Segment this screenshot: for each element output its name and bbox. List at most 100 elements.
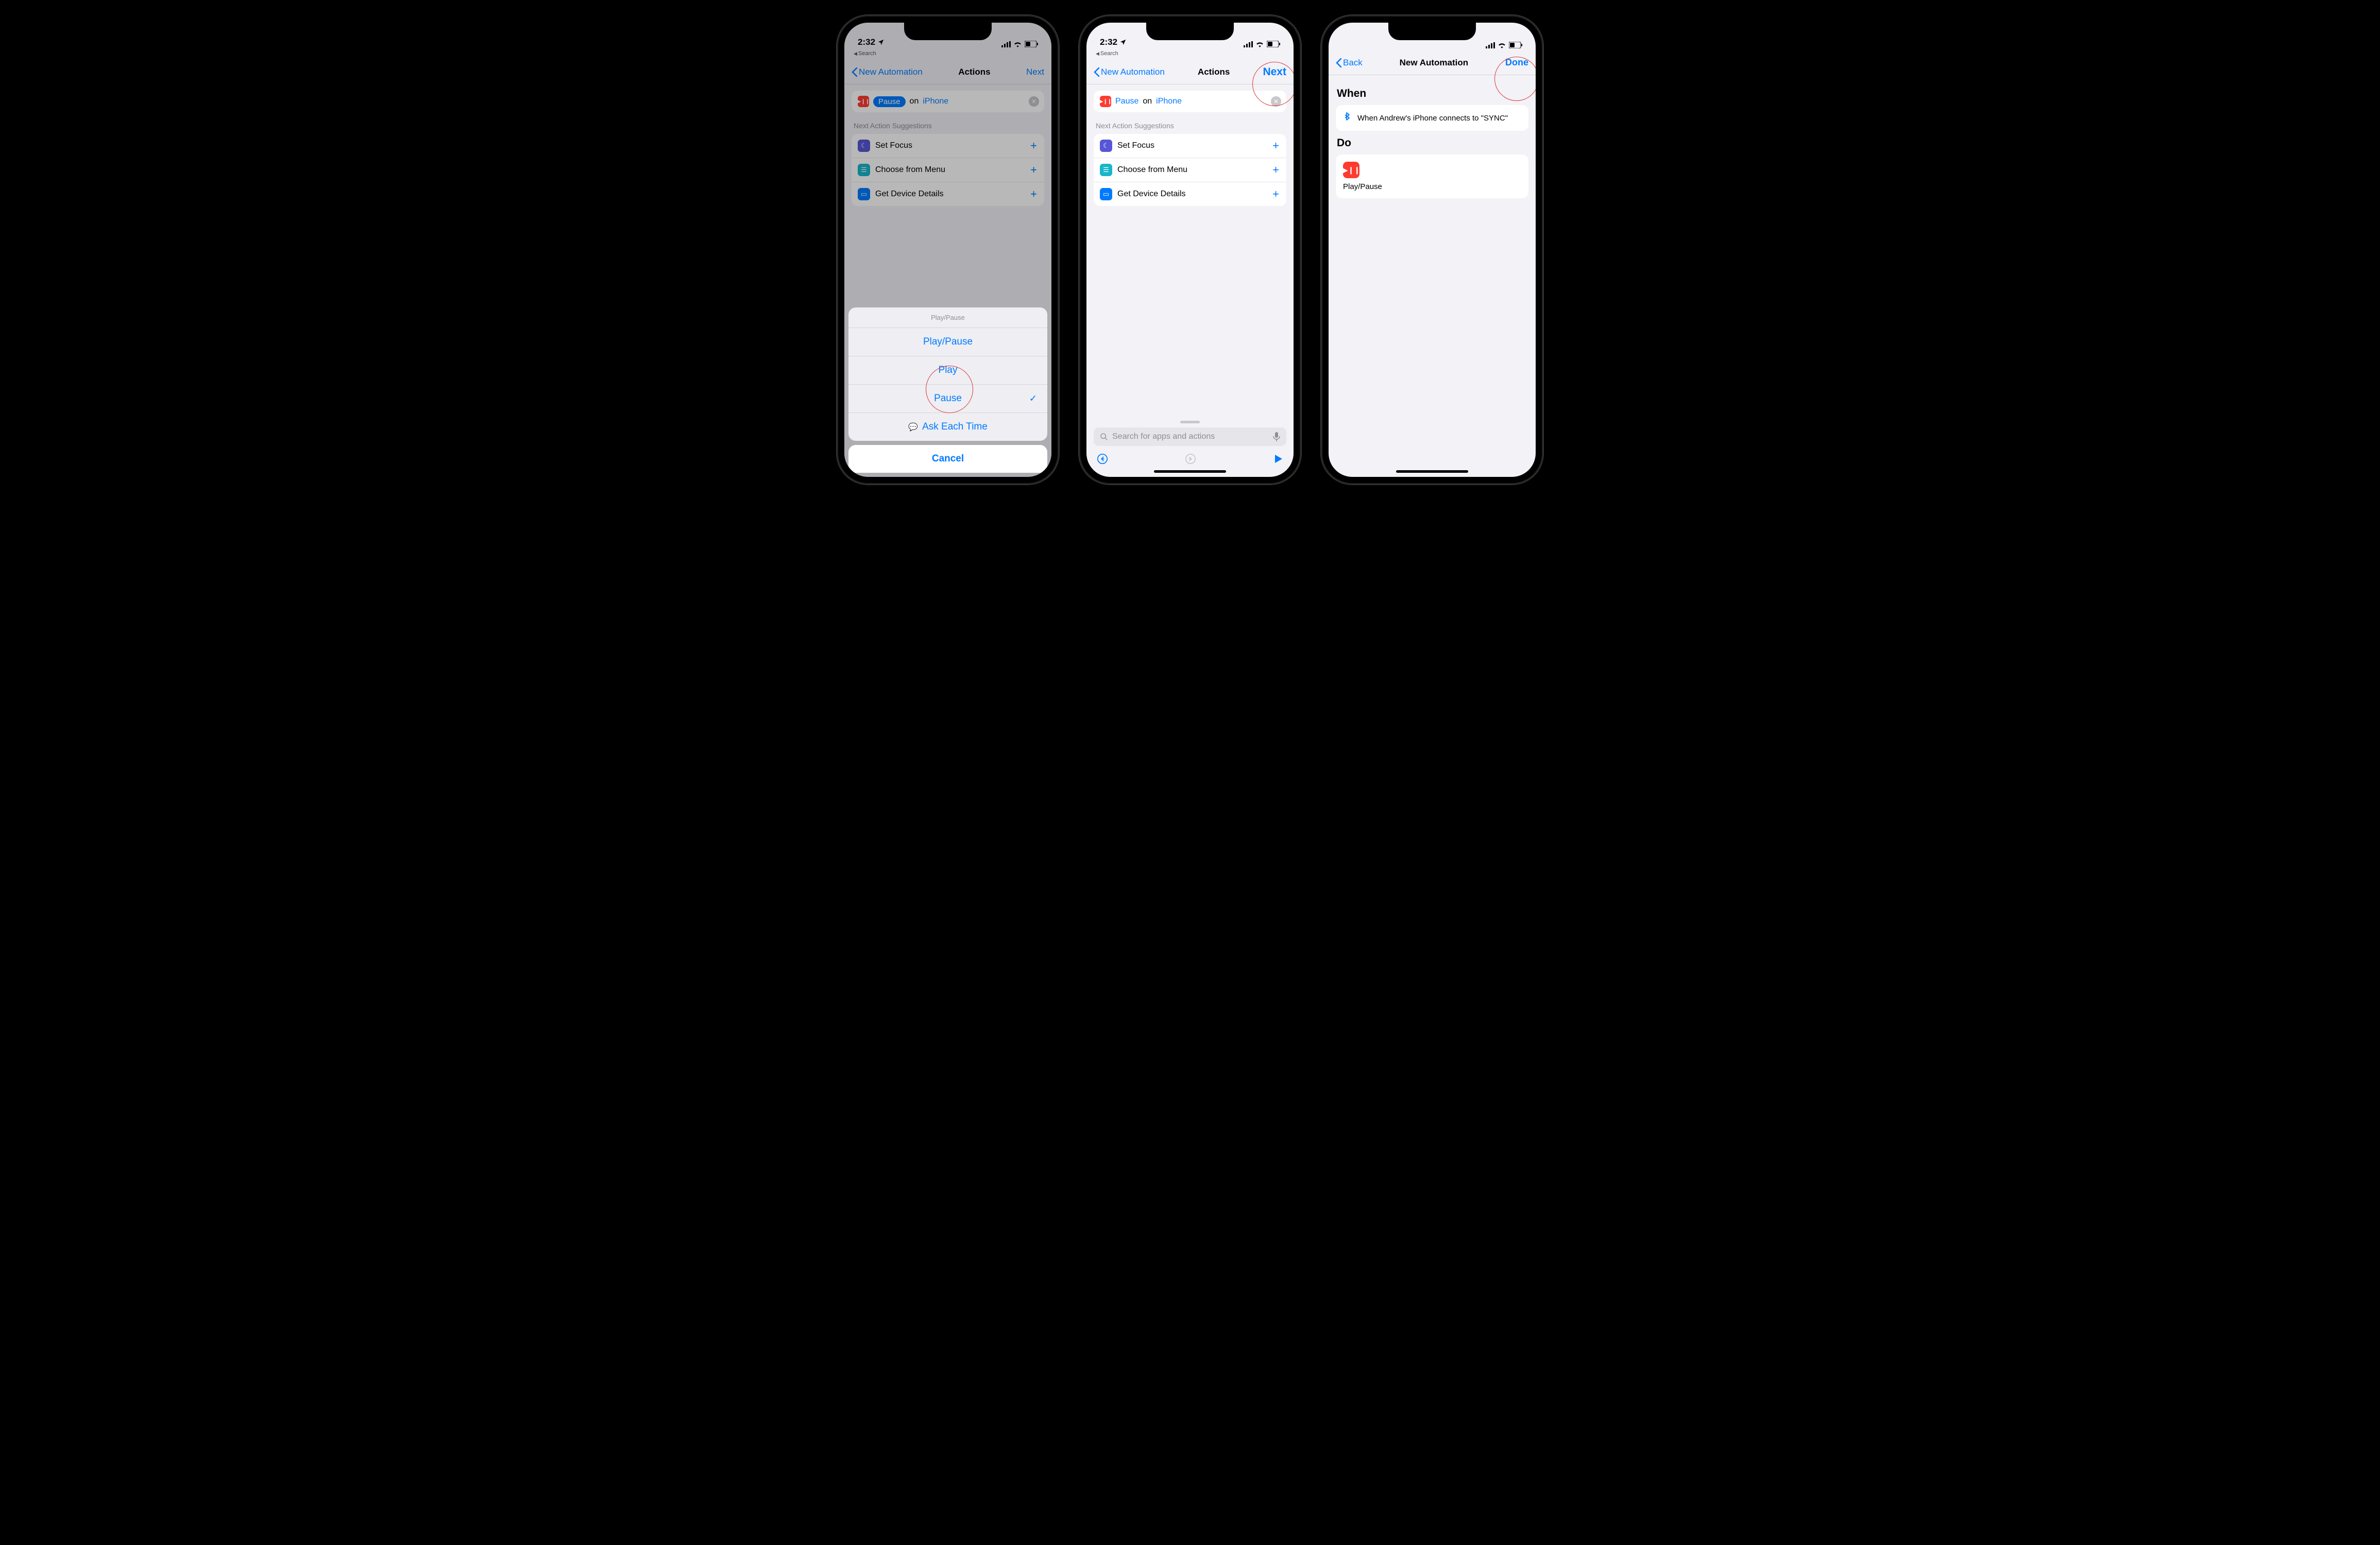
clock: 2:32 <box>1100 37 1117 47</box>
battery-icon <box>1509 42 1522 48</box>
add-icon[interactable]: + <box>1272 187 1279 201</box>
mic-icon[interactable] <box>1273 432 1280 441</box>
location-icon <box>877 39 885 46</box>
back-button[interactable]: New Automation <box>852 67 923 77</box>
ask-icon: 💬 <box>908 423 918 432</box>
next-button[interactable]: Next <box>1263 66 1286 78</box>
back-button[interactable]: New Automation <box>1094 67 1165 77</box>
do-card[interactable]: ▶❙❙ Play/Pause <box>1336 154 1528 198</box>
back-button[interactable]: Back <box>1336 58 1363 68</box>
phone-1: 2:32 ◀ Search <box>837 15 1059 484</box>
magnifying-glass-icon <box>1100 433 1108 441</box>
clear-action-button[interactable]: ✕ <box>1029 96 1039 107</box>
signal-icon <box>1001 41 1011 47</box>
menu-icon: ☰ <box>1100 164 1112 176</box>
suggestion-menu[interactable]: ☰ Choose from Menu + <box>852 158 1044 182</box>
battery-icon <box>1025 41 1038 47</box>
nav-title: New Automation <box>1400 58 1468 68</box>
breadcrumb-bar[interactable]: ◀ Search <box>844 49 1051 60</box>
suggestion-menu[interactable]: ☰ Choose from Menu + <box>1094 158 1286 182</box>
sheet-title: Play/Pause <box>848 307 1047 328</box>
home-indicator[interactable] <box>1396 470 1468 473</box>
add-icon[interactable]: + <box>1030 163 1037 177</box>
search-field[interactable]: Search for apps and actions <box>1094 427 1286 446</box>
back-label: New Automation <box>859 67 923 77</box>
wifi-icon <box>1255 41 1264 47</box>
chevron-left-icon <box>852 67 858 77</box>
sug-label: Get Device Details <box>875 190 944 199</box>
iphone-param[interactable]: iPhone <box>1156 97 1182 106</box>
phone-2: 2:32 ◀ Search <box>1079 15 1301 484</box>
sheet-option-play[interactable]: Play <box>848 356 1047 385</box>
pause-param[interactable]: Pause <box>1115 97 1138 106</box>
notch <box>1146 23 1234 40</box>
breadcrumb-chevron-icon: ◀ <box>1096 51 1099 57</box>
sheet-option-pause[interactable]: Pause ✓ <box>848 385 1047 413</box>
chevron-left-icon <box>1336 58 1342 67</box>
battery-icon <box>1267 41 1280 47</box>
sug-label: Get Device Details <box>1117 190 1186 199</box>
screen-3: . Back New Automation <box>1329 23 1536 477</box>
pause-pill[interactable]: Pause <box>873 96 906 107</box>
playpause-icon: ▶❙❙ <box>1100 96 1111 107</box>
home-indicator[interactable] <box>1154 470 1226 473</box>
nav-bar: New Automation Actions Next <box>844 60 1051 84</box>
chevron-left-icon <box>1094 67 1100 77</box>
clear-action-button[interactable]: ✕ <box>1271 96 1281 107</box>
bluetooth-icon <box>1343 112 1351 124</box>
done-button[interactable]: Done <box>1505 57 1528 68</box>
add-icon[interactable]: + <box>1272 139 1279 152</box>
signal-icon <box>1486 42 1495 48</box>
action-card[interactable]: ▶❙❙ Pause on iPhone ✕ <box>852 91 1044 112</box>
suggestion-device[interactable]: ▭ Get Device Details + <box>852 182 1044 206</box>
sheet-option-label: Ask Each Time <box>922 421 988 432</box>
signal-icon <box>1244 41 1253 47</box>
back-label: New Automation <box>1101 67 1165 77</box>
notch <box>1388 23 1476 40</box>
next-button[interactable]: Next <box>1026 67 1044 77</box>
moon-icon: ☾ <box>858 140 870 152</box>
undo-button[interactable] <box>1097 453 1108 465</box>
clock: 2:32 <box>858 37 875 47</box>
sheet-option-ask[interactable]: 💬 Ask Each Time <box>848 413 1047 441</box>
phone-3: . Back New Automation <box>1321 15 1543 484</box>
iphone-param[interactable]: iPhone <box>923 97 948 106</box>
sheet-cancel-button[interactable]: Cancel <box>848 445 1047 473</box>
device-icon: ▭ <box>1100 188 1112 200</box>
when-card[interactable]: When Andrew's iPhone connects to "SYNC" <box>1336 105 1528 131</box>
suggestion-set-focus[interactable]: ☾ Set Focus + <box>852 134 1044 158</box>
redo-button <box>1185 453 1196 465</box>
breadcrumb-label: Search <box>1100 50 1118 57</box>
breadcrumb-bar[interactable]: ◀ Search <box>1086 49 1294 60</box>
location-icon <box>1119 39 1127 46</box>
breadcrumb-label: Search <box>858 50 876 57</box>
when-header: When <box>1337 88 1527 100</box>
grabber[interactable] <box>1180 421 1200 423</box>
nav-title: Actions <box>1198 67 1230 77</box>
add-icon[interactable]: + <box>1272 163 1279 177</box>
notch <box>904 23 992 40</box>
action-card[interactable]: ▶❙❙ Pause on iPhone ✕ <box>1094 91 1286 112</box>
toolbar-row <box>1094 453 1286 465</box>
add-icon[interactable]: + <box>1030 187 1037 201</box>
add-icon[interactable]: + <box>1030 139 1037 152</box>
content-area: When When Andrew's iPhone connects to "S… <box>1329 75 1536 477</box>
wifi-icon <box>1013 41 1022 47</box>
suggestions-header: Next Action Suggestions <box>854 122 1042 130</box>
bottom-toolbar: Search for apps and actions <box>1086 421 1294 465</box>
run-button[interactable] <box>1273 454 1283 464</box>
sug-label: Set Focus <box>1117 141 1154 150</box>
suggestion-set-focus[interactable]: ☾ Set Focus + <box>1094 134 1286 158</box>
nav-bar: Back New Automation Done <box>1329 50 1536 75</box>
suggestions-list: ☾ Set Focus + ☰ Choose from Menu + ▭ Get… <box>852 134 1044 206</box>
wifi-icon <box>1498 42 1506 48</box>
screen-2: 2:32 ◀ Search <box>1086 23 1294 477</box>
do-label: Play/Pause <box>1343 182 1521 191</box>
moon-icon: ☾ <box>1100 140 1112 152</box>
sheet-option-playpause[interactable]: Play/Pause <box>848 328 1047 356</box>
checkmark-icon: ✓ <box>1029 393 1037 404</box>
back-label: Back <box>1343 58 1363 68</box>
suggestion-device[interactable]: ▭ Get Device Details + <box>1094 182 1286 206</box>
playpause-icon: ▶❙❙ <box>1343 162 1359 178</box>
suggestions-header: Next Action Suggestions <box>1096 122 1284 130</box>
